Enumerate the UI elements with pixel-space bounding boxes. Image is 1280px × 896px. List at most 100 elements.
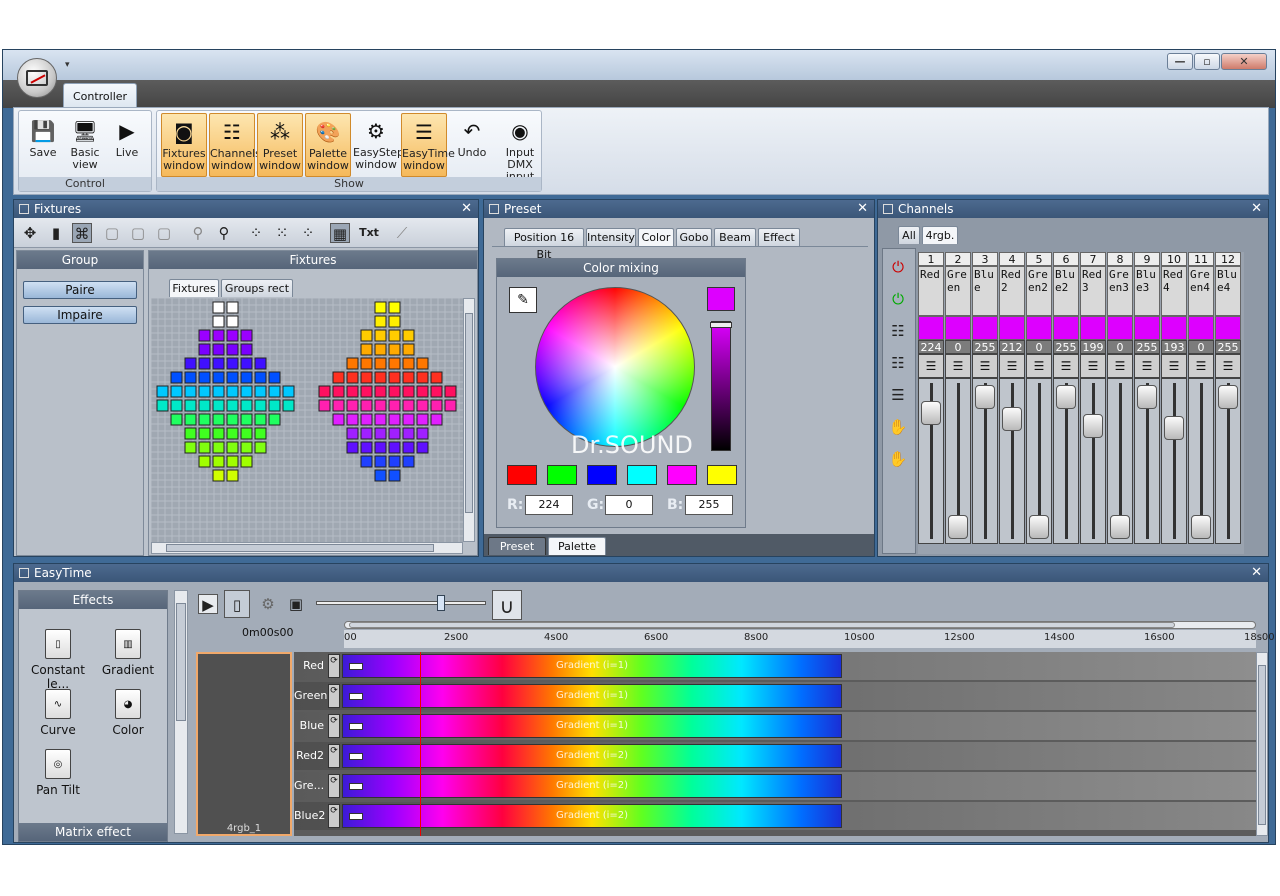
fixture-cell[interactable] (360, 441, 373, 454)
tab-controller[interactable]: Controller (63, 83, 137, 108)
gradient-bar[interactable]: Gradient (i=1) (342, 654, 842, 678)
fixture-cell[interactable] (212, 455, 225, 468)
channel-fader-knob[interactable] (1137, 385, 1157, 409)
channel-fader-knob[interactable] (1056, 385, 1076, 409)
tab-4rgb[interactable]: 4rgb. (922, 226, 958, 244)
eyedropper-icon[interactable]: ✎ (509, 287, 537, 313)
fixture-cell[interactable] (416, 385, 429, 398)
tab-color[interactable]: Color (638, 228, 674, 246)
color-swatch[interactable] (667, 465, 697, 485)
fixture-cell[interactable] (416, 427, 429, 440)
fixture-cell[interactable] (360, 427, 373, 440)
fixture-cell[interactable] (346, 385, 359, 398)
fixture-cell[interactable] (184, 413, 197, 426)
color-wheel[interactable] (535, 287, 695, 447)
select-all-icon[interactable]: ⁘ (246, 223, 266, 243)
fixture-cell[interactable] (170, 385, 183, 398)
fixture-cell[interactable] (374, 371, 387, 384)
fixture-cell[interactable] (226, 315, 239, 328)
gradient-bar[interactable]: Gradient (i=2) (342, 804, 842, 828)
fixture-cell[interactable] (388, 371, 401, 384)
fixture-cell[interactable] (254, 371, 267, 384)
fixture-cell[interactable] (156, 399, 169, 412)
play-icon[interactable]: ▶ (198, 594, 218, 614)
fixtures-horizontal-scrollbar[interactable] (151, 542, 463, 554)
time-slider[interactable] (316, 595, 486, 611)
record-icon[interactable]: ▣ (286, 594, 306, 614)
hand-icon[interactable]: ✋ (888, 417, 908, 437)
fixture-cell[interactable] (268, 399, 281, 412)
mouse-icon[interactable]: ▮ (46, 223, 66, 243)
color-swatch[interactable] (627, 465, 657, 485)
fixture-cell[interactable] (374, 455, 387, 468)
tab-preset[interactable]: Preset (488, 537, 546, 555)
new-sequence-icon[interactable]: ▯ (224, 590, 250, 618)
b-input[interactable]: 255 (685, 495, 733, 515)
select-pattern-icon[interactable]: ⁙ (272, 223, 292, 243)
pan-tilt-effect[interactable]: ◎ Pan Tilt (23, 749, 93, 797)
zoom-in-icon[interactable]: ⚲ (214, 223, 234, 243)
channel-settings-icon[interactable]: ☰ (1080, 354, 1106, 378)
fixture-cell[interactable] (198, 343, 211, 356)
fixture-cell[interactable] (240, 413, 253, 426)
delete-fixture-icon[interactable]: ▢ (154, 223, 174, 243)
r-input[interactable]: 224 (525, 495, 573, 515)
fixture-cell[interactable] (226, 455, 239, 468)
fixture-cell[interactable] (388, 469, 401, 482)
fixture-cell[interactable] (318, 385, 331, 398)
fixture-cell[interactable] (332, 371, 345, 384)
fixture-cell[interactable] (402, 413, 415, 426)
track-toggle-icon[interactable]: ⟳ (328, 804, 340, 828)
fixture-cell[interactable] (184, 385, 197, 398)
fixture-cell[interactable] (156, 385, 169, 398)
fixture-cell[interactable] (402, 329, 415, 342)
fixture-cell[interactable] (184, 357, 197, 370)
wand-icon[interactable]: ⟋ (392, 223, 412, 243)
fixture-cell[interactable] (170, 399, 183, 412)
power-on-icon[interactable]: ⏻ (888, 289, 908, 309)
matrix-effect-header[interactable]: Matrix effect (19, 823, 167, 841)
fixtures-window-button[interactable]: ◙ Fixtures window (161, 113, 207, 177)
fixtures-vertical-scrollbar[interactable] (463, 298, 475, 542)
fixture-cell[interactable] (240, 385, 253, 398)
track-toggle-icon[interactable]: ⟳ (328, 714, 340, 738)
channel-fader-knob[interactable] (1218, 385, 1238, 409)
fixture-cell[interactable] (402, 427, 415, 440)
fixture-cell[interactable] (212, 441, 225, 454)
fixture-cell[interactable] (268, 371, 281, 384)
application-menu-button[interactable] (17, 58, 57, 98)
easytime-window-button[interactable]: ☰ EasyTime window (401, 113, 455, 177)
move-icon[interactable]: ✥ (20, 223, 40, 243)
fixture-cell[interactable] (226, 441, 239, 454)
fixture-cell[interactable] (360, 455, 373, 468)
fixture-cell[interactable] (268, 413, 281, 426)
channel-fader-track[interactable] (1053, 378, 1079, 544)
fixture-cell[interactable] (226, 469, 239, 482)
fixture-cell[interactable] (346, 371, 359, 384)
fixture-cell[interactable] (346, 427, 359, 440)
color-swatch[interactable] (507, 465, 537, 485)
fixture-cell[interactable] (332, 413, 345, 426)
fixture-cell[interactable] (240, 427, 253, 440)
gradient-bar[interactable]: Gradient (i=1) (342, 714, 842, 738)
tab-groups-rect[interactable]: Groups rect (221, 279, 293, 297)
color-swatch[interactable] (587, 465, 617, 485)
color-swatch[interactable] (547, 465, 577, 485)
fixture-cell[interactable] (184, 371, 197, 384)
fixture-cell[interactable] (170, 371, 183, 384)
fixture-cell[interactable] (430, 385, 443, 398)
channel-settings-icon[interactable]: ☰ (1188, 354, 1214, 378)
channel-settings-icon[interactable]: ☰ (918, 354, 944, 378)
fixture-cell[interactable] (346, 441, 359, 454)
group-block[interactable]: 4rgb_1 (196, 652, 292, 836)
channel-fader-track[interactable] (945, 378, 971, 544)
channel-settings-icon[interactable]: ☰ (1107, 354, 1133, 378)
fixture-cell[interactable] (240, 357, 253, 370)
fixture-cell[interactable] (402, 455, 415, 468)
fixture-cell[interactable] (346, 357, 359, 370)
curve-effect[interactable]: ∿ Curve (23, 689, 93, 737)
palette-window-button[interactable]: 🎨 Palette window (305, 113, 351, 177)
tab-position-16-bit[interactable]: Position 16 Bit (504, 228, 584, 261)
fixture-cell[interactable] (212, 301, 225, 314)
panel-pin-icon[interactable] (883, 204, 893, 214)
